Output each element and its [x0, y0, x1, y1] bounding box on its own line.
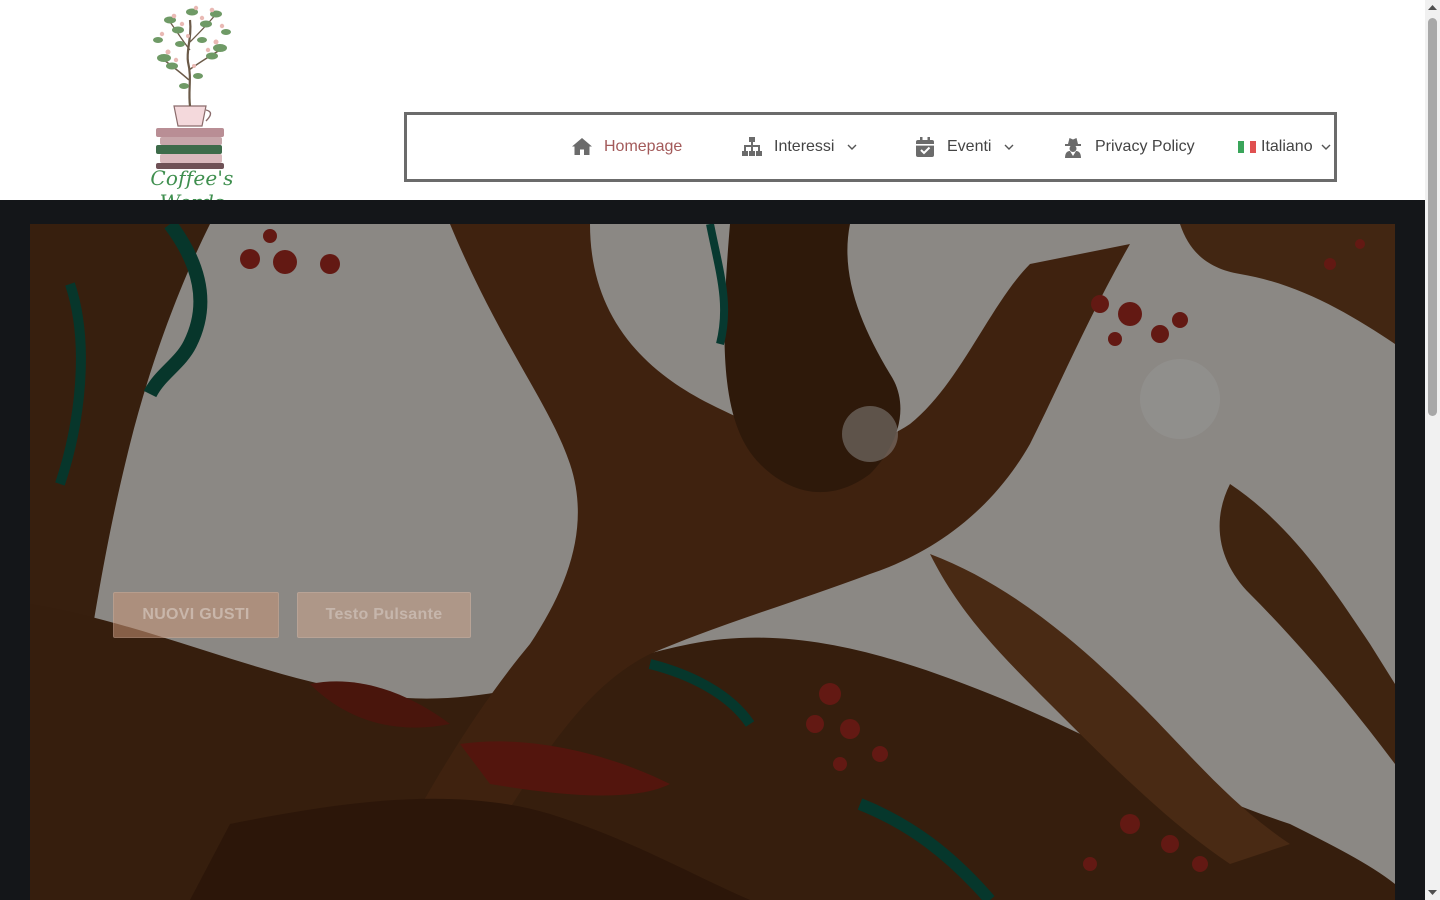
hero-dark-overlay	[30, 224, 1395, 900]
chevron-down-icon	[847, 144, 857, 150]
italy-flag-icon	[1238, 141, 1256, 153]
scroll-up-arrow-icon[interactable]	[1428, 3, 1437, 13]
testo-pulsante-button[interactable]: Testo Pulsante	[297, 592, 471, 638]
hero-slider: NUOVI GUSTI Testo Pulsante	[30, 224, 1395, 900]
nuovi-gusti-button[interactable]: NUOVI GUSTI	[113, 592, 279, 638]
nav-item-privacy-policy[interactable]: Privacy Policy	[1061, 115, 1195, 179]
site-logo[interactable]: Coffee's Words	[122, 0, 262, 214]
chevron-down-icon	[1321, 144, 1331, 150]
user-secret-icon	[1065, 138, 1081, 158]
sitemap-icon	[742, 137, 762, 156]
home-icon	[572, 138, 592, 155]
nav-item-language[interactable]: Italiano	[1238, 115, 1332, 179]
nav-label-eventi: Eventi	[947, 138, 992, 155]
hero-section: NUOVI GUSTI Testo Pulsante	[0, 200, 1425, 900]
chevron-down-icon	[1004, 144, 1014, 150]
main-navigation: Homepage Interessi Eventi Privacy Policy…	[404, 112, 1337, 182]
nav-label-homepage: Homepage	[604, 138, 683, 155]
nav-label-privacy-policy: Privacy Policy	[1095, 138, 1195, 155]
nav-label-language: Italiano	[1261, 138, 1313, 155]
nav-item-interessi[interactable]: Interessi	[740, 115, 858, 179]
site-header: Coffee's Words Homepage Interessi	[0, 0, 1425, 214]
nav-label-interessi: Interessi	[774, 138, 835, 155]
scrollbar-thumb[interactable]	[1428, 18, 1437, 416]
coffee-tree-logo-icon	[153, 5, 231, 169]
calendar-check-icon	[916, 137, 934, 157]
nav-item-homepage[interactable]: Homepage	[570, 115, 682, 179]
nav-item-eventi[interactable]: Eventi	[913, 115, 1015, 179]
scroll-down-arrow-icon[interactable]	[1428, 887, 1437, 897]
page-scrollbar[interactable]	[1425, 0, 1440, 900]
